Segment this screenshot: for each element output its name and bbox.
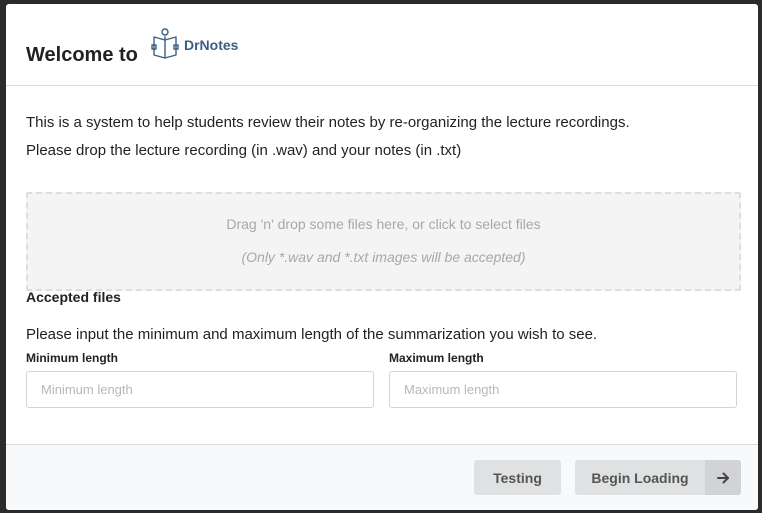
welcome-title: Welcome to xyxy=(26,44,138,66)
max-length-label: Maximum length xyxy=(389,351,484,365)
logo-text: DrNotes xyxy=(184,36,239,53)
min-length-input[interactable] xyxy=(26,371,374,408)
begin-loading-label: Begin Loading xyxy=(591,469,689,486)
file-dropzone[interactable]: Drag 'n' drop some files here, or click … xyxy=(26,192,741,291)
dropzone-file-types: (Only *.wav and *.txt images will be acc… xyxy=(241,249,526,265)
length-instructions: Please input the minimum and maximum len… xyxy=(26,326,598,343)
arrow-right-icon xyxy=(705,460,741,495)
welcome-modal: Welcome to DrNotes This is a system to h… xyxy=(6,4,758,510)
intro-line-2: Please drop the lecture recording (in .w… xyxy=(26,142,462,159)
begin-loading-button[interactable]: Begin Loading xyxy=(575,460,741,495)
drnotes-logo: DrNotes xyxy=(150,28,238,65)
accepted-files-heading: Accepted files xyxy=(26,289,121,305)
dropzone-instructions: Drag 'n' drop some files here, or click … xyxy=(226,216,541,232)
max-length-input[interactable] xyxy=(389,371,737,408)
modal-header: Welcome to DrNotes xyxy=(6,4,758,86)
modal-footer: Testing Begin Loading xyxy=(6,444,758,510)
min-length-label: Minimum length xyxy=(26,351,118,365)
testing-button[interactable]: Testing xyxy=(474,460,561,495)
intro-line-1: This is a system to help students review… xyxy=(26,114,630,131)
book-reader-icon xyxy=(150,28,180,65)
